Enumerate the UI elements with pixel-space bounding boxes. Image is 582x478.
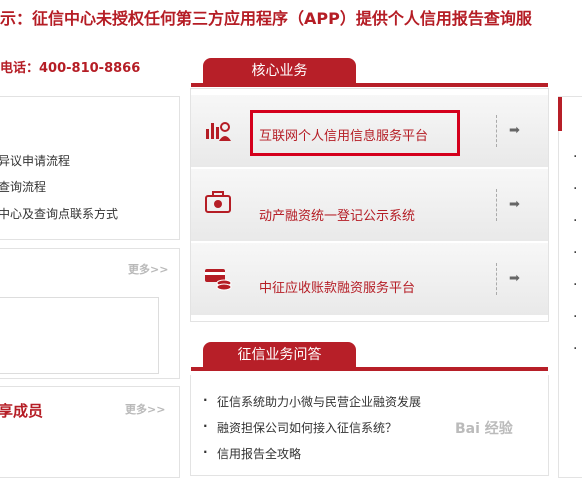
list-bullet: · [573,213,578,229]
list-bullet: · [573,277,578,293]
separator [496,263,497,295]
right-panel: · · · · · · · [558,96,582,478]
tab-underline [191,83,548,87]
notice-banner: 示：征信中心未授权任何第三方应用程序（APP）提供个人信用报告查询服 [0,9,532,28]
list-bullet: · [573,181,578,197]
list-bullet: · [573,149,578,165]
arrow-right-icon[interactable]: ➡ [509,123,520,138]
tab-underline [191,367,548,371]
process-link-contact[interactable]: 中心及查询点联系方式 [0,205,118,222]
more-link[interactable]: 更多>> [128,261,168,277]
members-title: 享成员 [0,402,44,420]
service-label: 中征应收账款融资服务平台 [259,281,416,296]
members-panel: 享成员 更多>> [0,386,180,478]
separator [496,115,497,147]
members-more-link[interactable]: 更多>> [125,401,165,417]
separator [496,189,497,221]
watermark-logo: Bai 经验 [455,421,513,437]
qa-item[interactable]: 信用报告全攻略 [203,445,301,462]
list-bullet: · [573,341,578,357]
qa-item[interactable]: 融资担保公司如何接入征信系统？ [203,419,397,436]
process-link-query[interactable]: 查询流程 [0,178,46,195]
hotline-phone: 电话：400-810-8866 [0,61,141,76]
left-middle-panel: 更多>> [0,248,180,379]
arrow-right-icon[interactable]: ➡ [509,197,520,212]
card-coins-icon [205,269,232,291]
process-link-objection[interactable]: 异议申请流程 [0,152,70,169]
right-panel-accent [558,97,562,131]
process-panel: 异议申请流程 查询流程 中心及查询点联系方式 [0,96,180,240]
tab-core-business[interactable]: 核心业务 [203,58,356,84]
highlight-box [250,110,460,156]
chart-person-icon [206,122,231,141]
arrow-right-icon[interactable]: ➡ [509,271,520,286]
service-movable-registry[interactable]: 动产融资统一登记公示系统 ➡ [191,169,548,243]
qa-item[interactable]: 征信系统助力小微与民营企业融资发展 [203,393,421,410]
tab-credit-qa[interactable]: 征信业务问答 [203,342,356,368]
list-bullet: · [573,245,578,261]
service-receivables-platform[interactable]: 中征应收账款融资服务平台 ➡ [191,243,548,317]
certificate-icon [205,191,231,213]
service-label: 动产融资统一登记公示系统 [259,209,416,224]
list-bullet: · [573,309,578,325]
content-box [0,297,159,374]
